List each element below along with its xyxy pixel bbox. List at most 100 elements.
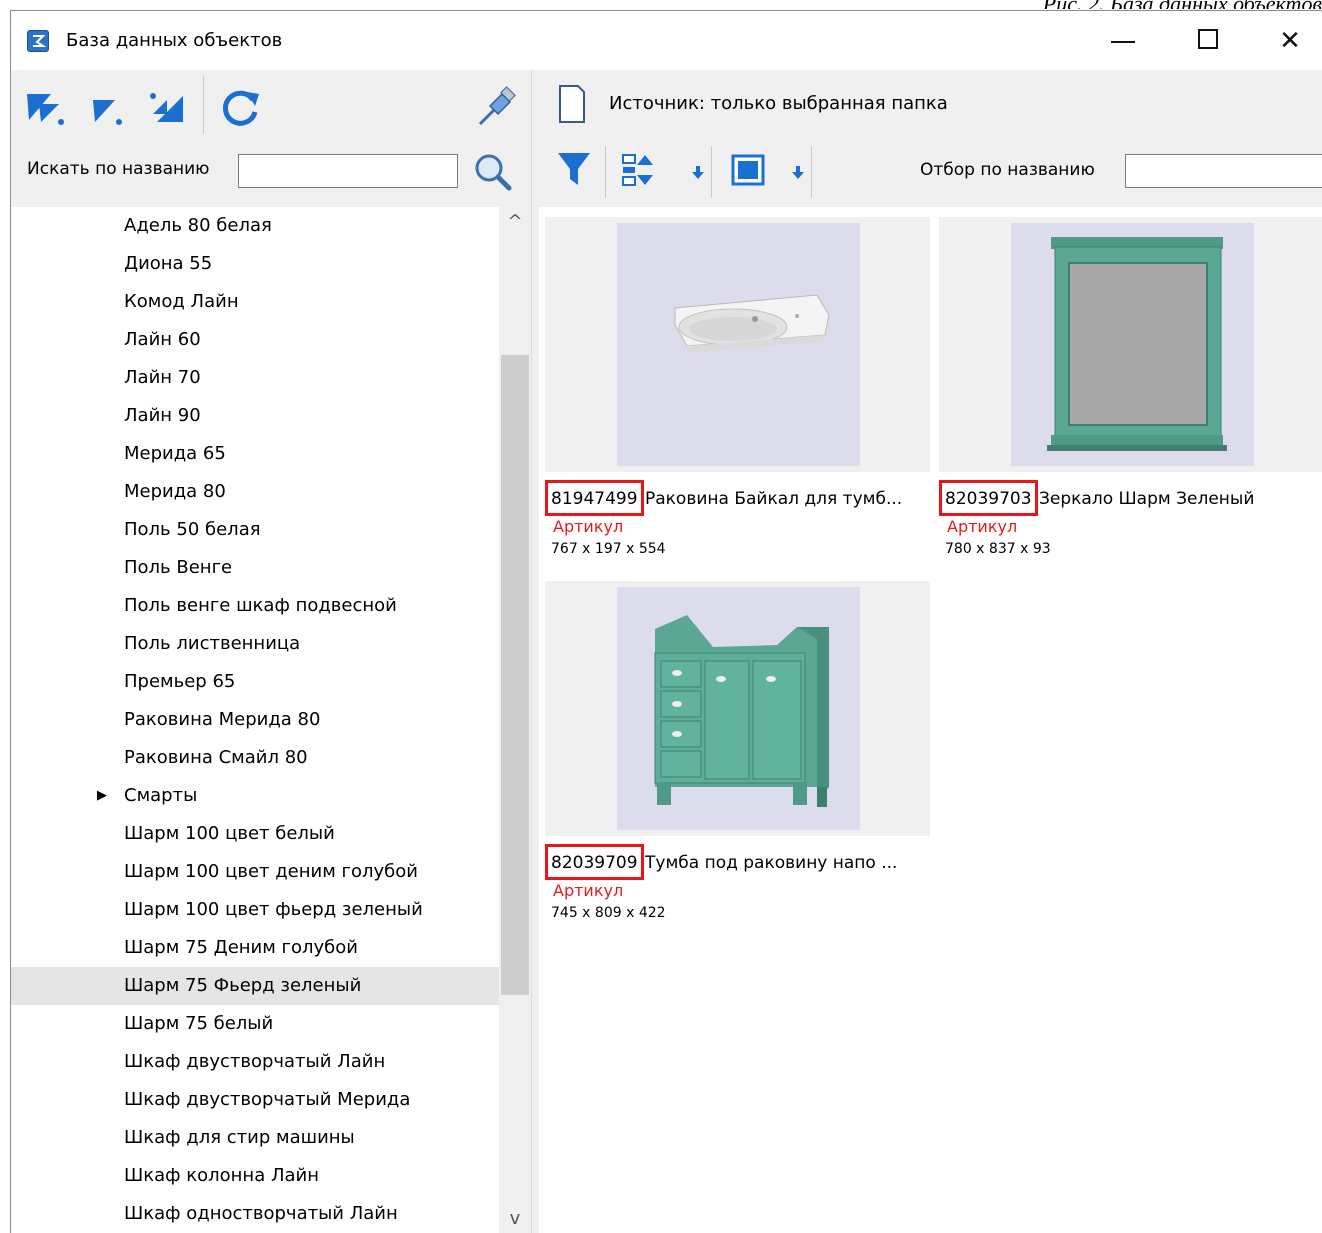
tree-item-label: Премьер 65 [124, 671, 236, 692]
tree-item-label: Раковина Смайл 80 [124, 747, 308, 768]
figure-caption: Рис. 2. База данных объектов [902, 0, 1322, 9]
article-label: Артикул [553, 517, 624, 536]
tree-item-label: Шарм 100 цвет фьерд зеленый [124, 899, 423, 920]
scroll-down-button[interactable]: v [499, 1204, 531, 1233]
view-dropdown-icon[interactable] [791, 166, 805, 180]
sort-icon[interactable] [621, 151, 657, 189]
search-input[interactable] [238, 154, 458, 188]
tree-item[interactable]: Поль 50 белая [11, 511, 499, 549]
article-code: 82039709 [545, 844, 644, 880]
folder-panel: Искать по названию Адель 80 белая Диона 5… [11, 70, 531, 1233]
tree-item[interactable]: Шарм 75 Фьерд зеленый [11, 967, 499, 1005]
tree-item[interactable]: Адель 80 белая [11, 207, 499, 245]
tree-item[interactable]: Диона 55 [11, 245, 499, 283]
expand-arrow-icon[interactable]: ▶ [97, 777, 107, 815]
tree-item[interactable]: Поль венге шкаф подвесной [11, 587, 499, 625]
collapse-all-icon[interactable] [21, 82, 71, 132]
tree-scrollbar[interactable]: ^ v [499, 207, 531, 1233]
tree-item[interactable]: Мерида 65 [11, 435, 499, 473]
maximize-icon [1198, 29, 1218, 49]
close-button[interactable]: ✕ [1267, 21, 1313, 61]
tree-item-label: Шарм 75 Фьерд зеленый [124, 975, 362, 996]
view-mode-icon[interactable] [731, 154, 765, 186]
tree-item-label: Шкаф двустворчатый Лайн [124, 1051, 386, 1072]
toolbar-separator [811, 146, 812, 198]
object-dimensions: 745 x 809 x 422 [551, 905, 666, 921]
tree-item-label: Раковина Мерида 80 [124, 709, 321, 730]
tree-item[interactable]: Шарм 100 цвет деним голубой [11, 853, 499, 891]
article-code: 82039703 [939, 480, 1038, 516]
window-title: База данных объектов [66, 30, 283, 51]
tree-item[interactable]: Поль лиственница [11, 625, 499, 663]
panel-splitter[interactable] [531, 70, 539, 1233]
tree-item-label: Мерида 65 [124, 443, 226, 464]
thumbnail-frame [545, 217, 930, 472]
object-name: Зеркало Шарм Зеленый [1039, 489, 1255, 509]
search-label: Искать по названию [27, 159, 210, 179]
tree-item-label: Поль Венге [124, 557, 233, 578]
minimize-button[interactable] [1101, 21, 1147, 61]
tree-item[interactable]: Премьер 65 [11, 663, 499, 701]
tree-item-label: Поль 50 белая [124, 519, 261, 540]
filter-input[interactable] [1125, 154, 1322, 188]
tree-item-label: Смарты [124, 785, 198, 806]
objects-toolbar: Источник: только выбранная папка Отбор п… [539, 70, 1322, 207]
scrollbar-thumb[interactable] [501, 355, 529, 995]
object-card[interactable]: 82039709 Тумба под раковину напо ... Арт… [545, 581, 930, 941]
search-icon[interactable] [471, 150, 515, 194]
tree-item[interactable]: Лайн 90 [11, 397, 499, 435]
folder-tree: Адель 80 белая Диона 55 Комод Лайн Лайн 60 Л… [11, 207, 499, 1233]
tree-item-label: Шарм 75 белый [124, 1013, 274, 1034]
refresh-icon[interactable] [215, 82, 265, 132]
tree-item[interactable]: Шарм 100 цвет фьерд зеленый [11, 891, 499, 929]
tree-item-label: Шкаф двустворчатый Мерида [124, 1089, 411, 1110]
tree-item[interactable]: Комод Лайн [11, 283, 499, 321]
tree-item[interactable]: Поль Венге [11, 549, 499, 587]
scroll-up-button[interactable]: ^ [499, 207, 531, 237]
tree-item-label: Шарм 100 цвет белый [124, 823, 335, 844]
document-icon[interactable] [558, 84, 586, 124]
filter-icon[interactable] [556, 149, 592, 189]
expand-icon[interactable] [141, 82, 191, 132]
maximize-button[interactable] [1185, 21, 1231, 61]
mirror-thumbnail [1011, 223, 1254, 466]
tree-item[interactable]: Шкаф для стир машины [11, 1119, 499, 1157]
object-database-window: База данных объектов ✕ Искать по названи… [10, 10, 1322, 1233]
tree-item[interactable]: Шарм 100 цвет белый [11, 815, 499, 853]
tree-item[interactable]: Шкаф двустворчатый Мерида [11, 1081, 499, 1119]
tree-item[interactable]: Мерида 80 [11, 473, 499, 511]
tree-item[interactable]: Шкаф одностворчатый Лайн [11, 1195, 499, 1233]
tree-item-label: Поль венге шкаф подвесной [124, 595, 397, 616]
tree-item-label: Шкаф колонна Лайн [124, 1165, 319, 1186]
tree-item-label: Шарм 75 Деним голубой [124, 937, 358, 958]
object-card[interactable]: 82039703 Зеркало Шарм Зеленый Артикул 78… [939, 217, 1322, 577]
object-card[interactable]: 81947499 Раковина Байкал для тумб... Арт… [545, 217, 930, 577]
tree-item[interactable]: Шкаф двустворчатый Лайн [11, 1043, 499, 1081]
tree-item-label: Шкаф одностворчатый Лайн [124, 1203, 398, 1224]
tree-item-label: Лайн 70 [124, 367, 201, 388]
collapse-icon[interactable] [85, 82, 135, 132]
tree-item[interactable]: Раковина Смайл 80 [11, 739, 499, 777]
article-label: Артикул [947, 517, 1018, 536]
pin-icon[interactable] [474, 84, 520, 130]
article-label: Артикул [553, 881, 624, 900]
tree-item-label: Поль лиственница [124, 633, 301, 654]
tree-item[interactable]: Шарм 75 Деним голубой [11, 929, 499, 967]
tree-item[interactable]: Раковина Мерида 80 [11, 701, 499, 739]
tree-item[interactable]: ▶ Смарты [11, 777, 499, 815]
tree-item[interactable]: Шарм 75 белый [11, 1005, 499, 1043]
tree-item[interactable]: Шкаф колонна Лайн [11, 1157, 499, 1195]
filter-label: Отбор по названию [920, 160, 1095, 180]
thumbnail-frame [545, 581, 930, 836]
tree-item-label: Шкаф для стир машины [124, 1127, 355, 1148]
tree-item-label: Адель 80 белая [124, 215, 272, 236]
sink-thumbnail [617, 223, 860, 466]
tree-item[interactable]: Лайн 70 [11, 359, 499, 397]
thumbnail-frame [939, 217, 1322, 472]
toolbar-separator [711, 146, 712, 198]
tree-item[interactable]: Лайн 60 [11, 321, 499, 359]
tree-item-label: Диона 55 [124, 253, 213, 274]
cabinet-thumbnail [617, 587, 860, 830]
object-dimensions: 780 x 837 x 93 [945, 541, 1051, 557]
sort-dropdown-icon[interactable] [691, 166, 705, 180]
